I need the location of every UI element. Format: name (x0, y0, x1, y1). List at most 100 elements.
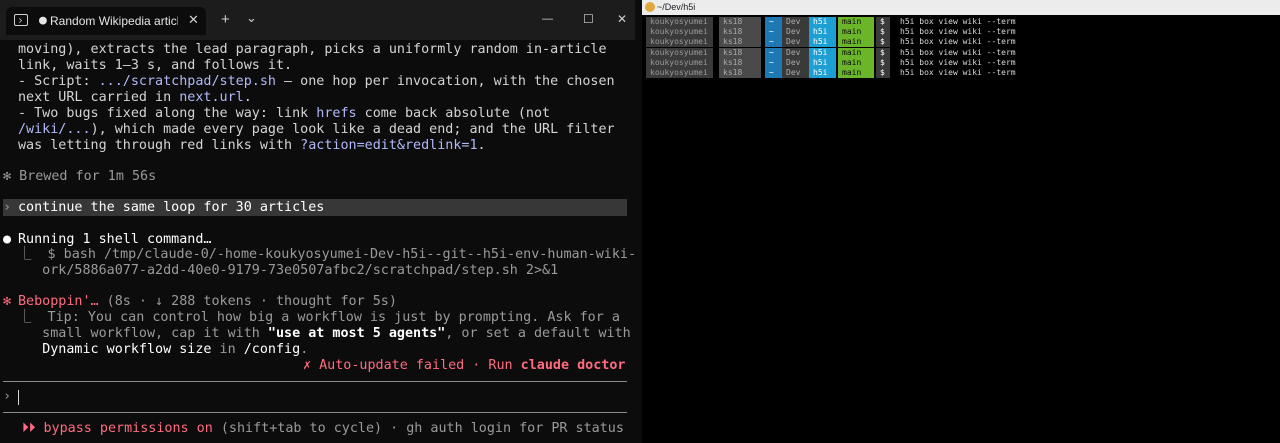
working-status: Beboppin'… (8s · ↓ 288 tokens · thought … (18, 294, 397, 309)
prompt-dir-segment: Dev (782, 68, 811, 78)
prompt-symbol-segment: $ (876, 27, 890, 38)
prompt-host-segment: ks18 (719, 47, 761, 58)
prompt-user-segment-text: koukyosyumei (650, 68, 708, 77)
prompt-repo-segment: h5i (809, 57, 836, 68)
prompt-branch-segment-text: main (842, 57, 862, 67)
command-text: h5i box view wiki --term (900, 37, 1016, 47)
command-text: h5i box view wiki --term (900, 47, 1016, 57)
output-line: moving), extracts the lead paragraph, pi… (18, 42, 607, 57)
prompt-home-segment: ~ (765, 68, 782, 78)
command-text: h5i box view wiki --term (900, 57, 1016, 67)
tip-line: ⎿ Tip: You can control how big a workflo… (18, 310, 620, 325)
right-window-title: ~/Dev/h5i (657, 2, 696, 12)
prompt-user-segment: koukyosyumei (646, 37, 713, 48)
prompt-input[interactable] (16, 388, 622, 406)
prompt-symbol-segment: $ (876, 47, 890, 58)
prompt-repo-segment: h5i (809, 27, 836, 38)
prompt-branch-segment: main (838, 68, 874, 78)
prompt-home-segment: ~ (765, 57, 782, 68)
output-line: - Two bugs fixed along the way: link hre… (18, 106, 551, 121)
prompt-host-segment: ks18 (719, 57, 761, 68)
h5i-terminal-window: ~/Dev/h5i koukyosyumei ks18 ~ Dev h5i main $ h5… (642, 0, 1280, 443)
output-line: /wiki/...), which made every page look l… (18, 122, 615, 137)
prompt-home-segment: ~ (765, 47, 782, 58)
prompt-host-segment: ks18 (719, 37, 761, 48)
prompt-repo-segment-text: h5i (813, 47, 828, 57)
prompt-home-segment-text: ~ (769, 37, 774, 47)
terminal-app-icon (645, 2, 655, 12)
prompt-symbol-segment-text: $ (880, 17, 885, 26)
prompt-branch-segment: main (838, 17, 874, 27)
prompt-repo-segment-text: h5i (813, 17, 828, 26)
prompt-dir-segment: Dev (782, 37, 811, 48)
prompt-dir-segment: Dev (782, 17, 811, 27)
prompt-home-segment-text: ~ (769, 17, 774, 26)
prompt-user-segment: koukyosyumei (646, 17, 713, 27)
prompt-branch-segment: main (838, 57, 874, 68)
prompt-dir-segment: Dev (782, 47, 811, 58)
running-bullet-icon: ● (3, 232, 12, 247)
prompt-user-segment-text: koukyosyumei (650, 17, 708, 26)
terminal-scrollbar[interactable] (629, 40, 633, 443)
running-command-label: Running 1 shell command… (18, 232, 212, 247)
input-prompt-icon: › (3, 389, 12, 404)
brewed-status: ✻ Brewed for 1m 56s (3, 169, 157, 184)
command-text: h5i box view wiki --term (900, 17, 1016, 26)
command-text: h5i box view wiki --term (900, 68, 1016, 77)
prompt-branch-segment: main (838, 37, 874, 48)
prompt-branch-segment: main (838, 47, 874, 58)
prompt-user-segment: koukyosyumei (646, 47, 713, 58)
close-window-button[interactable]: ✕ (617, 11, 627, 27)
output-line: next URL carried in next.url. (18, 90, 252, 105)
output-line: was letting through red links with ?acti… (18, 138, 486, 153)
prompt-user-segment: koukyosyumei (646, 57, 713, 68)
prompt-symbol-segment-text: $ (880, 27, 885, 37)
new-tab-button[interactable]: + (221, 12, 230, 28)
prompt-dir-segment-text: Dev (786, 57, 801, 67)
prompt-dir-segment-text: Dev (786, 68, 801, 77)
prompt-dir-segment-text: Dev (786, 27, 801, 37)
prompt-symbol-segment: $ (876, 17, 890, 27)
prompt-repo-segment-text: h5i (813, 68, 828, 77)
prompt-symbol-segment-text: $ (880, 47, 885, 57)
output-line: - Script: .../scratchpad/step.sh — one h… (18, 74, 615, 89)
tab-dropdown-icon[interactable]: ⌄ (246, 10, 257, 26)
input-top-divider (3, 381, 627, 382)
prompt-home-segment-text: ~ (769, 47, 774, 57)
prompt-host-segment-text: ks18 (723, 57, 743, 67)
prompt-home-segment: ~ (765, 17, 782, 27)
output-line: link, waits 1–3 s, and follows it. (18, 58, 293, 73)
prompt-home-segment-text: ~ (769, 57, 774, 67)
tab-close-icon[interactable]: ✕ (188, 12, 199, 28)
prompt-repo-segment-text: h5i (813, 27, 828, 37)
minimize-button[interactable]: — (542, 11, 553, 27)
tip-line: Dynamic workflow size in /config. (42, 342, 309, 357)
prompt-repo-segment: h5i (809, 47, 836, 58)
prompt-host-segment: ks18 (719, 17, 761, 27)
prompt-dir-segment-text: Dev (786, 17, 801, 26)
prompt-marker-icon: › (3, 200, 12, 215)
input-bottom-divider (3, 412, 627, 413)
prompt-host-segment-text: ks18 (723, 37, 743, 47)
terminal-titlebar: ● Random Wikipedia article e ✕ + ⌄ — ☐ ✕ (0, 0, 635, 40)
prompt-branch-segment-text: main (842, 27, 862, 37)
prompt-repo-segment: h5i (809, 37, 836, 48)
prompt-home-segment-text: ~ (769, 68, 774, 77)
permissions-footer: ⏵⏵ bypass permissions on (shift+tab to c… (22, 421, 624, 436)
right-window-titlebar: ~/Dev/h5i (642, 0, 1280, 15)
prompt-host-segment-text: ks18 (723, 17, 743, 26)
activity-dot-icon: ● (39, 13, 47, 28)
maximize-button[interactable]: ☐ (583, 11, 594, 27)
tip-line: small workflow, cap it with "use at most… (18, 326, 631, 341)
prompt-user-segment-text: koukyosyumei (650, 47, 708, 57)
prompt-home-segment: ~ (765, 27, 782, 38)
prompt-host-segment: ks18 (719, 68, 761, 78)
command-text: h5i box view wiki --term (900, 27, 1016, 37)
prompt-branch-segment-text: main (842, 47, 862, 57)
terminal-tab[interactable]: ● Random Wikipedia article e ✕ (6, 7, 206, 35)
prompt-dir-segment: Dev (782, 57, 811, 68)
auto-update-warning: ✗ Auto-update failed · Run claude doctor (303, 358, 626, 373)
prompt-user-segment-text: koukyosyumei (650, 37, 708, 47)
prompt-branch-segment-text: main (842, 68, 862, 77)
prompt-symbol-segment: $ (876, 68, 890, 78)
